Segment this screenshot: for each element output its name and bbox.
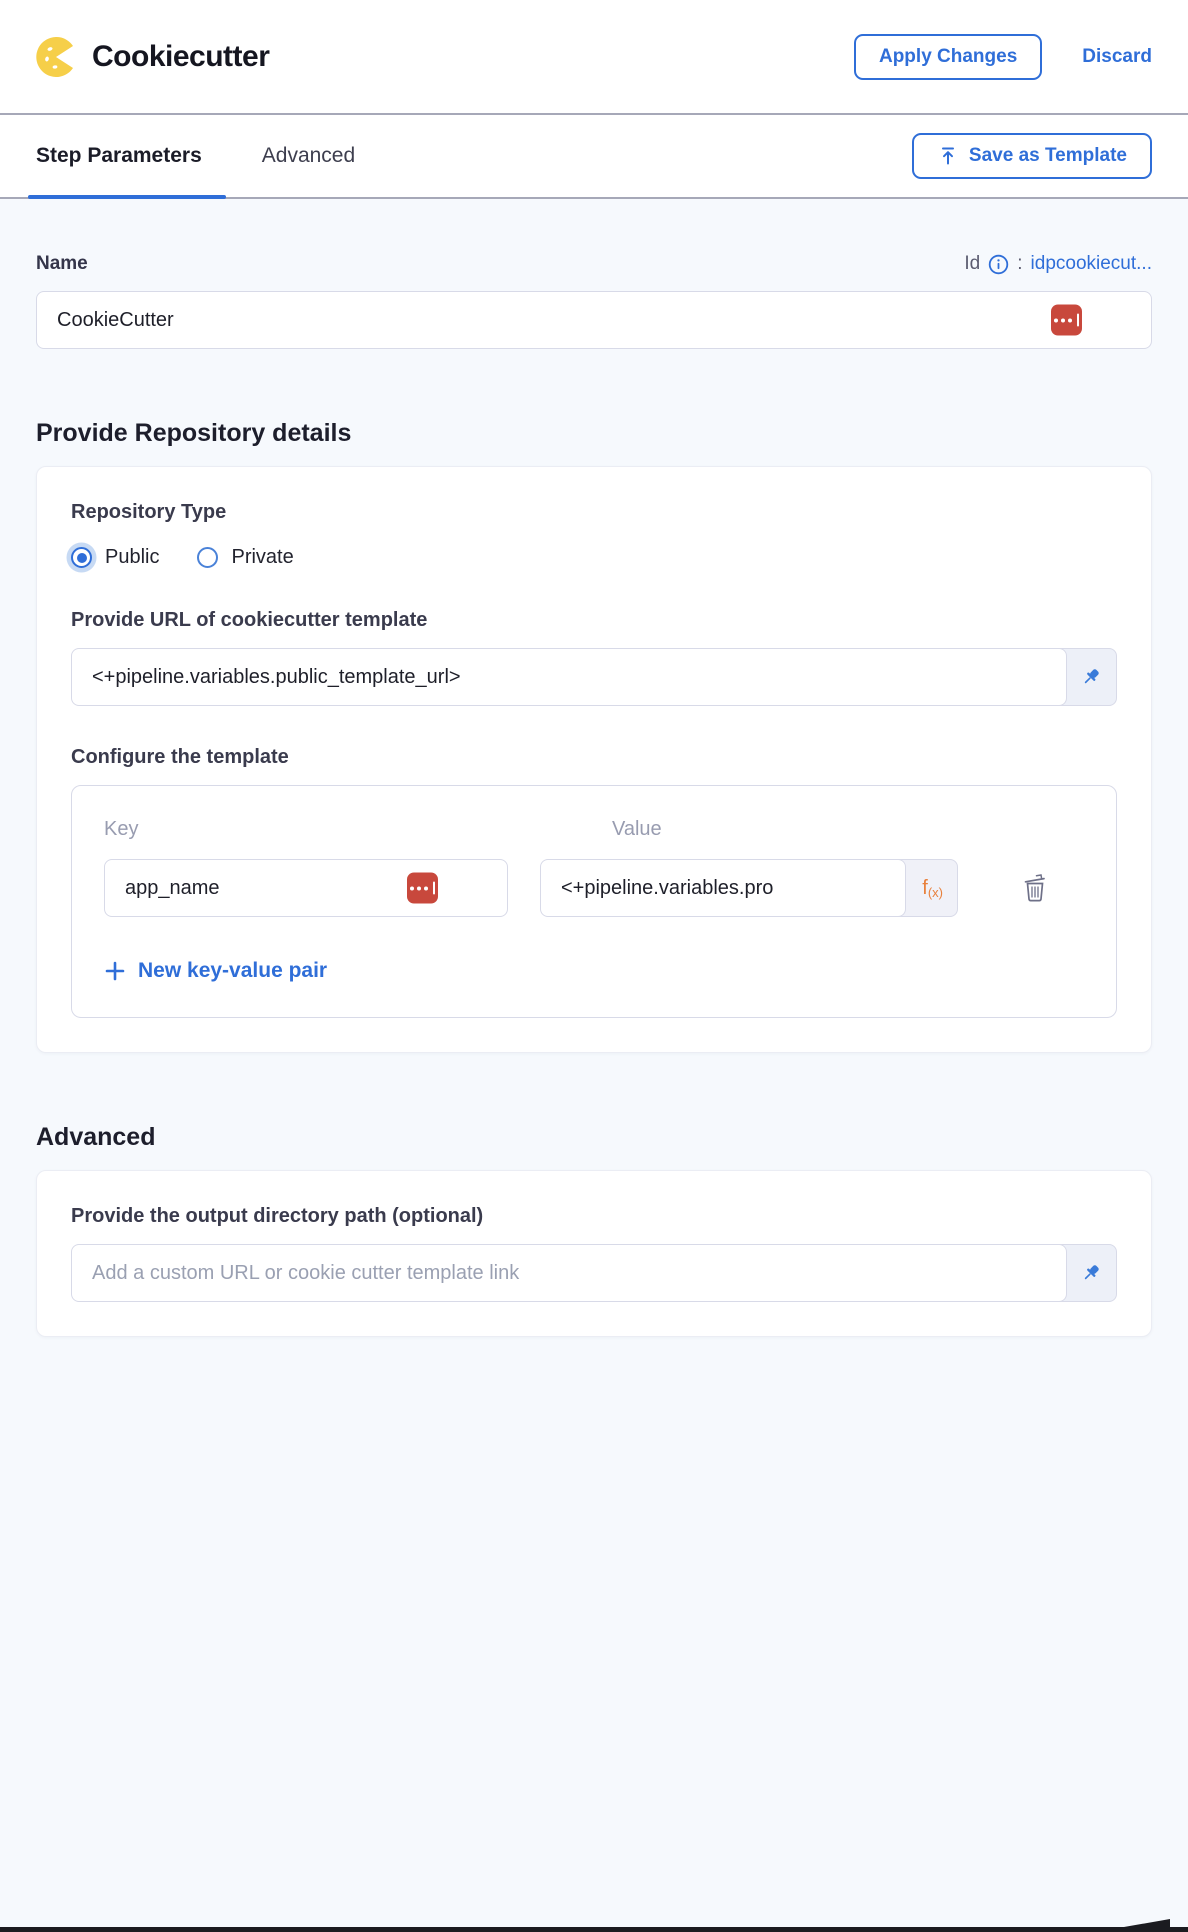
key-input-shell <box>104 859 508 917</box>
new-key-value-pair-label: New key-value pair <box>138 959 327 983</box>
radio-private-label: Private <box>231 546 293 569</box>
radio-option-public[interactable]: Public <box>71 546 159 569</box>
key-value-header: Key Value <box>104 818 1084 841</box>
value-input-shell: f(x) <box>540 859 958 917</box>
repository-type-radio-group: Public Private <box>71 546 1117 569</box>
key-value-box: Key Value f(x) <box>71 785 1117 1018</box>
repository-details-card: Repository Type Public Private Provide U… <box>36 466 1152 1053</box>
plus-icon <box>104 960 126 982</box>
apply-changes-button[interactable]: Apply Changes <box>854 34 1042 80</box>
id-value-link[interactable]: idpcookiecut... <box>1031 253 1152 275</box>
bottom-edge-strip <box>0 1927 1188 1932</box>
fixed-value-type-icon[interactable] <box>407 873 438 904</box>
tab-advanced-label: Advanced <box>262 144 355 168</box>
save-as-template-button[interactable]: Save as Template <box>912 133 1152 179</box>
header-actions: Apply Changes Discard <box>854 34 1152 80</box>
discard-button[interactable]: Discard <box>1082 46 1152 68</box>
template-url-label: Provide URL of cookiecutter template <box>71 609 1117 632</box>
name-input[interactable] <box>36 291 1152 349</box>
advanced-heading: Advanced <box>36 1123 1152 1152</box>
tab-step-parameters[interactable]: Step Parameters <box>36 115 220 197</box>
save-as-template-label: Save as Template <box>969 145 1127 167</box>
delete-row-button[interactable] <box>1022 874 1048 902</box>
advanced-card: Provide the output directory path (optio… <box>36 1170 1152 1337</box>
key-input[interactable] <box>104 859 508 917</box>
id-separator: : <box>1017 253 1022 275</box>
radio-public-selected-icon[interactable] <box>71 547 92 568</box>
template-url-shell <box>71 648 1117 706</box>
trash-icon <box>1022 874 1048 902</box>
tab-advanced[interactable]: Advanced <box>248 115 369 197</box>
name-label: Name <box>36 253 88 275</box>
repository-type-label: Repository Type <box>71 501 1117 524</box>
tab-step-parameters-label: Step Parameters <box>36 144 202 168</box>
radio-public-label: Public <box>105 546 159 569</box>
value-column-header: Value <box>540 818 662 841</box>
name-row: Name Id : idpcookiecut... <box>36 253 1152 275</box>
step-id-line: Id : idpcookiecut... <box>964 253 1152 275</box>
fx-sub: (x) <box>928 885 943 900</box>
step-parameters-form: Name Id : idpcookiecut... Pr <box>0 199 1188 1337</box>
repository-details-heading: Provide Repository details <box>36 419 1152 448</box>
fixed-value-type-icon[interactable] <box>1051 305 1082 336</box>
radio-private-unselected-icon[interactable] <box>197 547 218 568</box>
key-column-header: Key <box>104 818 540 841</box>
key-value-row: f(x) <box>104 859 1084 917</box>
value-input[interactable] <box>540 859 906 917</box>
page-title: Cookiecutter <box>92 40 269 74</box>
template-url-block: Provide URL of cookiecutter template <box>71 609 1117 706</box>
cookiecutter-step-panel: Cookiecutter Apply Changes Discard Step … <box>0 0 1188 1932</box>
info-icon[interactable] <box>988 254 1009 275</box>
tab-bar: Step Parameters Advanced Save as Templat… <box>0 115 1188 199</box>
brand: Cookiecutter <box>36 37 269 77</box>
configure-template-block: Configure the template Key Value <box>71 746 1117 1018</box>
output-directory-input[interactable] <box>71 1244 1067 1302</box>
id-label: Id <box>964 253 980 275</box>
header: Cookiecutter Apply Changes Discard <box>0 0 1188 115</box>
name-input-shell <box>36 291 1152 349</box>
output-directory-shell <box>71 1244 1117 1302</box>
tabbar-actions: Save as Template <box>912 133 1152 179</box>
radio-option-private[interactable]: Private <box>197 546 293 569</box>
upload-icon <box>937 145 959 167</box>
cookiecutter-logo-icon <box>36 37 76 77</box>
configure-template-label: Configure the template <box>71 746 1117 769</box>
template-url-input[interactable] <box>71 648 1067 706</box>
new-key-value-pair-button[interactable]: New key-value pair <box>104 959 327 983</box>
output-directory-label: Provide the output directory path (optio… <box>71 1205 1117 1228</box>
